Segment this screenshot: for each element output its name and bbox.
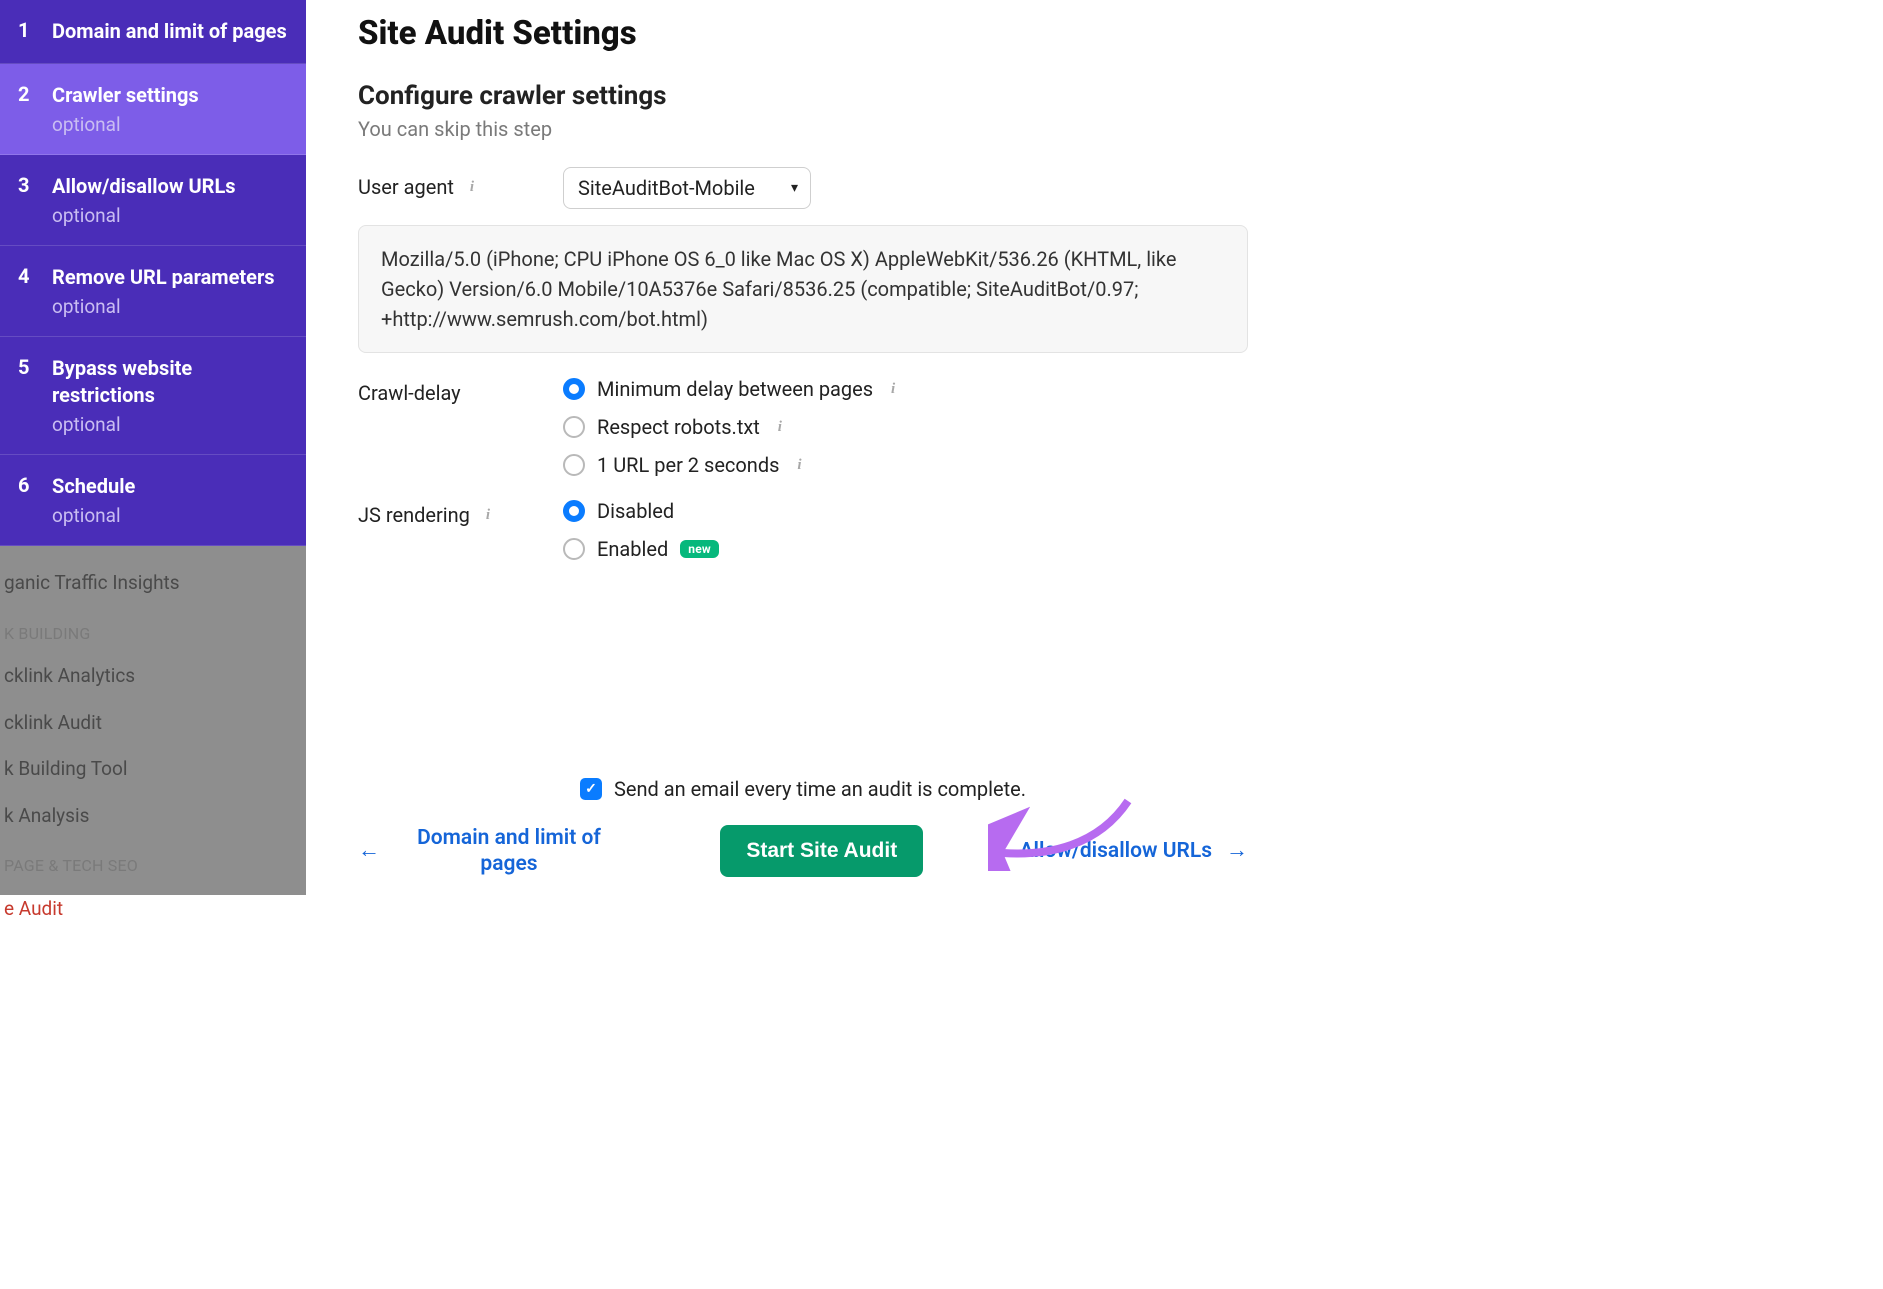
radio-label: Enabled <box>597 537 668 561</box>
info-icon[interactable]: i <box>885 381 901 397</box>
background-nav: ganic Traffic Insights K BUILDING cklink… <box>0 546 306 932</box>
crawl-option-minimum[interactable]: Minimum delay between pages i <box>563 377 901 401</box>
info-icon[interactable]: i <box>772 419 788 435</box>
step-2[interactable]: 2 Crawler settings optional <box>0 64 306 155</box>
email-notify-row: ✓ Send an email every time an audit is c… <box>358 777 1248 801</box>
step-label: Domain and limit of pages <box>52 18 287 45</box>
label-text: Crawl-delay <box>358 381 461 405</box>
step-optional: optional <box>52 295 275 318</box>
bgnav-item: cklink Audit <box>0 700 306 747</box>
crawl-delay-row: Crawl-delay Minimum delay between pages … <box>358 373 1248 477</box>
step-6[interactable]: 6 Schedule optional <box>0 455 306 546</box>
prev-step-label: Domain and limit of pages <box>394 825 624 878</box>
user-agent-string: Mozilla/5.0 (iPhone; CPU iPhone OS 6_0 l… <box>358 225 1248 353</box>
section-title: Configure crawler settings <box>358 81 1248 111</box>
radio-label: Disabled <box>597 499 674 523</box>
step-optional: optional <box>52 113 199 136</box>
label-text: User agent <box>358 175 454 199</box>
crawl-delay-options: Minimum delay between pages i Respect ro… <box>563 373 901 477</box>
info-icon[interactable]: i <box>464 179 480 195</box>
step-5[interactable]: 5 Bypass website restrictions optional <box>0 337 306 455</box>
step-label: Remove URL parameters <box>52 264 275 291</box>
nav-row: ← Domain and limit of pages Start Site A… <box>358 825 1248 878</box>
step-number: 5 <box>18 355 30 436</box>
js-option-disabled[interactable]: Disabled <box>563 499 719 523</box>
label-text: JS rendering <box>358 503 470 527</box>
step-4[interactable]: 4 Remove URL parameters optional <box>0 246 306 337</box>
crawl-option-1per2s[interactable]: 1 URL per 2 seconds i <box>563 453 901 477</box>
radio-label: 1 URL per 2 seconds <box>597 453 779 477</box>
new-badge: new <box>680 540 719 558</box>
radio-icon <box>563 500 585 522</box>
info-icon[interactable]: i <box>480 507 496 523</box>
page-title: Site Audit Settings <box>358 14 1248 53</box>
js-rendering-options: Disabled Enabled new <box>563 495 719 561</box>
bgnav-item: k Building Tool <box>0 746 306 793</box>
radio-label: Respect robots.txt <box>597 415 760 439</box>
info-icon[interactable]: i <box>791 457 807 473</box>
prev-step-link[interactable]: ← Domain and limit of pages <box>358 825 624 878</box>
step-1[interactable]: 1 Domain and limit of pages <box>0 0 306 64</box>
select-value: SiteAuditBot-Mobile <box>578 176 755 200</box>
crawl-option-robots[interactable]: Respect robots.txt i <box>563 415 901 439</box>
bgnav-item-active: e Audit <box>0 886 306 933</box>
js-option-enabled[interactable]: Enabled new <box>563 537 719 561</box>
next-step-link[interactable]: Allow/disallow URLs → <box>1020 837 1248 865</box>
step-number: 1 <box>18 18 30 45</box>
radio-label: Minimum delay between pages <box>597 377 873 401</box>
step-number: 3 <box>18 173 30 227</box>
email-label: Send an email every time an audit is com… <box>614 777 1026 801</box>
step-optional: optional <box>52 504 135 527</box>
step-label: Allow/disallow URLs <box>52 173 236 200</box>
bgnav-item: k Analysis <box>0 793 306 840</box>
step-number: 2 <box>18 82 30 136</box>
wizard-footer: ✓ Send an email every time an audit is c… <box>358 777 1248 878</box>
step-3[interactable]: 3 Allow/disallow URLs optional <box>0 155 306 246</box>
radio-icon <box>563 538 585 560</box>
arrow-left-icon: ← <box>358 837 380 865</box>
section-hint: You can skip this step <box>358 117 1248 141</box>
chevron-down-icon: ▾ <box>791 180 798 196</box>
step-label: Bypass website restrictions <box>52 355 288 409</box>
bgnav-item: ganic Traffic Insights <box>0 560 306 607</box>
email-checkbox[interactable]: ✓ <box>580 778 602 800</box>
start-site-audit-button[interactable]: Start Site Audit <box>720 825 923 877</box>
js-rendering-label: JS rendering i <box>358 495 523 527</box>
step-label: Schedule <box>52 473 135 500</box>
js-rendering-row: JS rendering i Disabled Enabled new <box>358 495 1248 561</box>
wizard-steps: 1 Domain and limit of pages 2 Crawler se… <box>0 0 306 546</box>
step-number: 4 <box>18 264 30 318</box>
main-panel: Site Audit Settings Configure crawler se… <box>306 0 1300 895</box>
bgnav-category: PAGE & TECH SEO <box>0 839 306 885</box>
step-optional: optional <box>52 413 288 436</box>
user-agent-select[interactable]: SiteAuditBot-Mobile ▾ <box>563 167 811 209</box>
step-optional: optional <box>52 204 236 227</box>
user-agent-row: User agent i SiteAuditBot-Mobile ▾ <box>358 167 1248 209</box>
crawl-delay-label: Crawl-delay <box>358 373 523 405</box>
arrow-right-icon: → <box>1226 837 1248 865</box>
bgnav-item: cklink Analytics <box>0 653 306 700</box>
wizard-sidebar: 1 Domain and limit of pages 2 Crawler se… <box>0 0 306 895</box>
step-label: Crawler settings <box>52 82 199 109</box>
bgnav-category: K BUILDING <box>0 607 306 653</box>
radio-icon <box>563 416 585 438</box>
user-agent-label: User agent i <box>358 167 523 199</box>
step-number: 6 <box>18 473 30 527</box>
next-step-label: Allow/disallow URLs <box>1020 838 1212 864</box>
radio-icon <box>563 454 585 476</box>
radio-icon <box>563 378 585 400</box>
